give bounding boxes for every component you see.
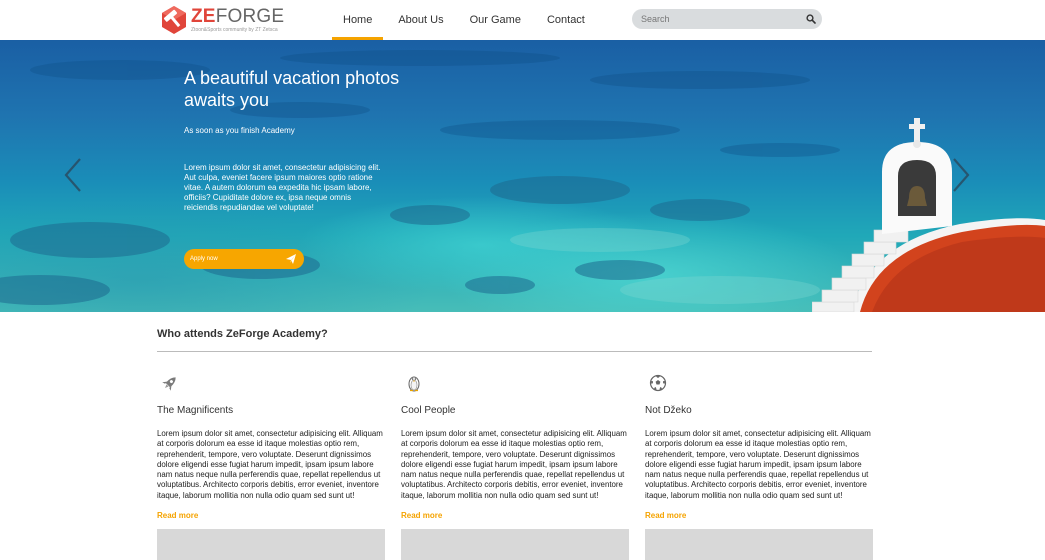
- apply-now-button[interactable]: Apply now: [184, 249, 304, 269]
- nav-home[interactable]: Home: [332, 0, 384, 40]
- search-box: [632, 9, 822, 29]
- card-image-placeholder: [401, 529, 629, 560]
- chapel-image: [812, 118, 1045, 312]
- card-image-placeholder: [157, 529, 385, 560]
- card-body: Lorem ipsum dolor sit amet, consectetur …: [157, 429, 383, 500]
- hero-title: A beautiful vacation photos awaits you: [184, 68, 400, 110]
- card-title: Cool People: [401, 405, 456, 416]
- read-more-link[interactable]: Read more: [401, 511, 442, 520]
- card-body: Lorem ipsum dolor sit amet, consectetur …: [401, 429, 627, 500]
- hammer-logo-icon: [162, 6, 186, 34]
- card-title: Not Džeko: [645, 405, 692, 416]
- main-nav: Home About Us Our Game Contact: [332, 0, 596, 40]
- apply-now-label: Apply now: [190, 256, 218, 262]
- hero-slider: A beautiful vacation photos awaits you A…: [0, 40, 1045, 312]
- hero-body: Lorem ipsum dolor sit amet, consectetur …: [184, 163, 381, 212]
- nav-about-us[interactable]: About Us: [387, 0, 454, 40]
- logo-wordmark: ZEFORGE: [191, 6, 285, 27]
- logo[interactable]: ZEFORGE Ztoon&Sports community by ZT Zet…: [160, 4, 284, 36]
- soccer-ball-icon: [649, 374, 667, 392]
- nav-contact[interactable]: Contact: [536, 0, 596, 40]
- rocket-icon: [162, 377, 176, 391]
- chevron-left-icon[interactable]: [62, 157, 84, 193]
- chevron-right-icon[interactable]: [950, 157, 972, 193]
- search-icon[interactable]: [806, 14, 816, 24]
- card-body: Lorem ipsum dolor sit amet, consectetur …: [645, 429, 871, 500]
- read-more-link[interactable]: Read more: [645, 511, 686, 520]
- hero-subtitle: As soon as you finish Academy: [184, 126, 295, 135]
- site-header: ZEFORGE Ztoon&Sports community by ZT Zet…: [0, 0, 1045, 40]
- card-title: The Magnificents: [157, 405, 234, 416]
- read-more-link[interactable]: Read more: [157, 511, 198, 520]
- section-title: Who attends ZeForge Academy?: [157, 328, 328, 340]
- section-divider: [157, 351, 872, 352]
- nav-our-game[interactable]: Our Game: [459, 0, 532, 40]
- paper-plane-icon: [286, 254, 296, 264]
- logo-tagline: Ztoon&Sports community by ZT Zetsca: [191, 27, 278, 33]
- search-input[interactable]: [641, 12, 801, 26]
- penguin-icon: [408, 376, 420, 392]
- card-image-placeholder: [645, 529, 873, 560]
